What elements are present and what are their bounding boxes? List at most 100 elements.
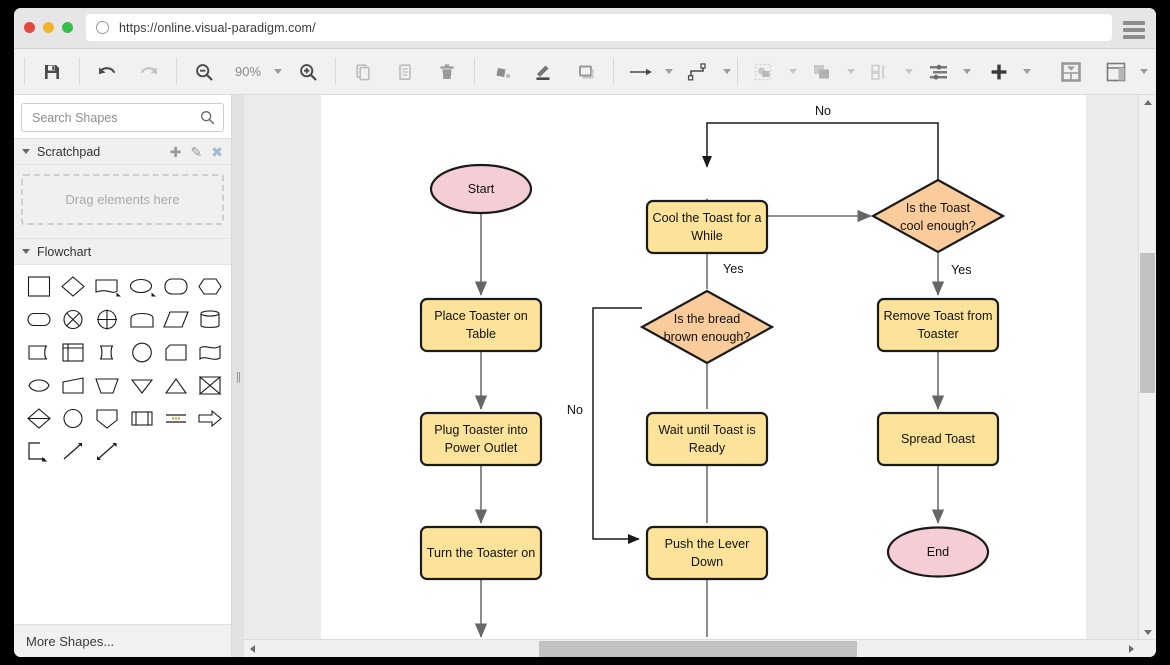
shape-line[interactable]: [56, 440, 90, 463]
node-remove-toast[interactable]: Remove Toast from Toaster: [878, 299, 998, 351]
waypoint-dropdown-chevron-down-icon[interactable]: [723, 69, 731, 74]
flowchart-diagram[interactable]: Start Place Toaster on Table Plug Toaste…: [321, 95, 1086, 640]
search-shapes-box[interactable]: [21, 103, 224, 132]
shape-lens[interactable]: [22, 374, 56, 397]
node-cool-toast[interactable]: Cool the Toast for a While: [647, 201, 767, 253]
shape-arrow-right[interactable]: [193, 407, 227, 430]
shape-trapezoid-right[interactable]: [56, 374, 90, 397]
shape-corner-bracket[interactable]: [22, 440, 56, 463]
add-dropdown-chevron-down-icon[interactable]: [1023, 69, 1031, 74]
distribute-icon[interactable]: [863, 57, 899, 87]
trash-icon[interactable]: [429, 57, 465, 87]
shape-double-diamond[interactable]: [22, 407, 56, 430]
shadow-icon[interactable]: [568, 57, 604, 87]
copy-icon[interactable]: [345, 57, 381, 87]
scroll-down-arrow-icon[interactable]: [1139, 625, 1156, 640]
minimize-window-dot[interactable]: [43, 22, 54, 33]
scroll-up-arrow-icon[interactable]: [1139, 95, 1156, 110]
close-icon[interactable]: ✖: [211, 145, 223, 159]
shape-triangle[interactable]: [159, 374, 193, 397]
shape-direct-access-storage[interactable]: [90, 341, 124, 364]
section-header-flowchart[interactable]: Flowchart: [14, 238, 231, 265]
zoom-out-icon[interactable]: [186, 57, 222, 87]
front-dropdown-chevron-down-icon[interactable]: [847, 69, 855, 74]
node-end[interactable]: End: [888, 528, 988, 577]
scroll-right-arrow-icon[interactable]: [1123, 640, 1139, 657]
vertical-scroll-thumb[interactable]: [1140, 253, 1155, 393]
zoom-dropdown-chevron-down-icon[interactable]: [274, 69, 282, 74]
canvas-region[interactable]: Start Place Toaster on Table Plug Toaste…: [244, 95, 1156, 657]
add-icon[interactable]: [981, 57, 1017, 87]
shape-punched-tape[interactable]: [159, 407, 193, 430]
shape-wave-document[interactable]: [193, 341, 227, 364]
shape-delay[interactable]: [125, 308, 159, 331]
shape-double-arrow[interactable]: [90, 440, 124, 463]
node-place-toaster[interactable]: Place Toaster on Table: [421, 299, 541, 351]
node-push-lever[interactable]: Push the Lever Down: [647, 527, 767, 579]
zoom-in-icon[interactable]: [290, 57, 326, 87]
shape-tape[interactable]: [22, 341, 56, 364]
plus-icon[interactable]: ✚: [170, 145, 182, 159]
shape-circle-cross[interactable]: [90, 308, 124, 331]
zoom-level-label[interactable]: 90%: [225, 64, 271, 79]
elbow-connector-icon[interactable]: [681, 57, 717, 87]
shape-rounded-rect[interactable]: [159, 275, 193, 298]
maximize-window-dot[interactable]: [62, 22, 73, 33]
shape-circle-plain[interactable]: [56, 407, 90, 430]
bring-to-front-icon[interactable]: [805, 57, 841, 87]
node-start[interactable]: Start: [431, 165, 531, 213]
scratchpad-dropzone[interactable]: Drag elements here: [21, 174, 224, 225]
shape-database[interactable]: [193, 308, 227, 331]
shape-internal-storage[interactable]: [56, 341, 90, 364]
canvas-horizontal-scrollbar[interactable]: [244, 639, 1156, 657]
shape-ellipse-shaded[interactable]: [125, 275, 159, 298]
section-header-scratchpad[interactable]: Scratchpad ✚ ✎ ✖: [14, 138, 231, 165]
save-icon[interactable]: [34, 57, 70, 87]
shape-manual-operation[interactable]: [90, 374, 124, 397]
search-input[interactable]: [30, 110, 200, 126]
shape-rectangle[interactable]: [22, 275, 56, 298]
layout-dropdown-chevron-down-icon[interactable]: [1140, 69, 1148, 74]
shape-hourglass[interactable]: [193, 374, 227, 397]
shape-document[interactable]: [90, 275, 124, 298]
align-icon[interactable]: [921, 57, 957, 87]
node-spread-toast[interactable]: Spread Toast: [878, 413, 998, 465]
shape-diamond[interactable]: [56, 275, 90, 298]
format-panel-icon[interactable]: [1053, 57, 1089, 87]
scroll-left-arrow-icon[interactable]: [244, 640, 260, 657]
node-is-toast-cool[interactable]: Is the Toast cool enough?: [873, 180, 1003, 252]
connector-dropdown-chevron-down-icon[interactable]: [665, 69, 673, 74]
shape-hexagon[interactable]: [193, 275, 227, 298]
shape-circle[interactable]: [125, 341, 159, 364]
redo-icon[interactable]: [131, 57, 167, 87]
more-shapes-button[interactable]: More Shapes...: [14, 625, 231, 657]
layout-panel-icon[interactable]: [1098, 57, 1134, 87]
select-icon[interactable]: [747, 57, 783, 87]
fill-color-icon[interactable]: [484, 57, 520, 87]
straight-connector-icon[interactable]: [623, 57, 659, 87]
shape-terminator[interactable]: [22, 308, 56, 331]
undo-icon[interactable]: [89, 57, 125, 87]
panel-splitter[interactable]: ||: [232, 95, 244, 657]
close-window-dot[interactable]: [24, 22, 35, 33]
hamburger-menu-icon[interactable]: [1123, 21, 1145, 39]
address-bar[interactable]: https://online.visual-paradigm.com/: [86, 14, 1112, 41]
edit-icon[interactable]: ✎: [191, 145, 203, 159]
distribute-dropdown-chevron-down-icon[interactable]: [905, 69, 913, 74]
horizontal-scroll-thumb[interactable]: [539, 641, 857, 657]
shape-tape-data[interactable]: [125, 407, 159, 430]
diagram-page[interactable]: Start Place Toaster on Table Plug Toaste…: [321, 95, 1086, 640]
node-plug-toaster[interactable]: Plug Toaster into Power Outlet: [421, 413, 541, 465]
canvas-vertical-scrollbar[interactable]: [1138, 95, 1156, 640]
shape-circle-x[interactable]: [56, 308, 90, 331]
node-wait-toast[interactable]: Wait until Toast is Ready: [647, 413, 767, 465]
node-turn-toaster-on[interactable]: Turn the Toaster on: [421, 527, 541, 579]
shape-parallelogram[interactable]: [159, 308, 193, 331]
shape-inverted-triangle[interactable]: [125, 374, 159, 397]
shape-card[interactable]: [159, 341, 193, 364]
line-color-icon[interactable]: [526, 57, 562, 87]
align-dropdown-chevron-down-icon[interactable]: [963, 69, 971, 74]
select-dropdown-chevron-down-icon[interactable]: [789, 69, 797, 74]
node-is-bread-brown[interactable]: Is the bread brown enough?: [642, 291, 772, 363]
shape-pentagon-down[interactable]: [90, 407, 124, 430]
